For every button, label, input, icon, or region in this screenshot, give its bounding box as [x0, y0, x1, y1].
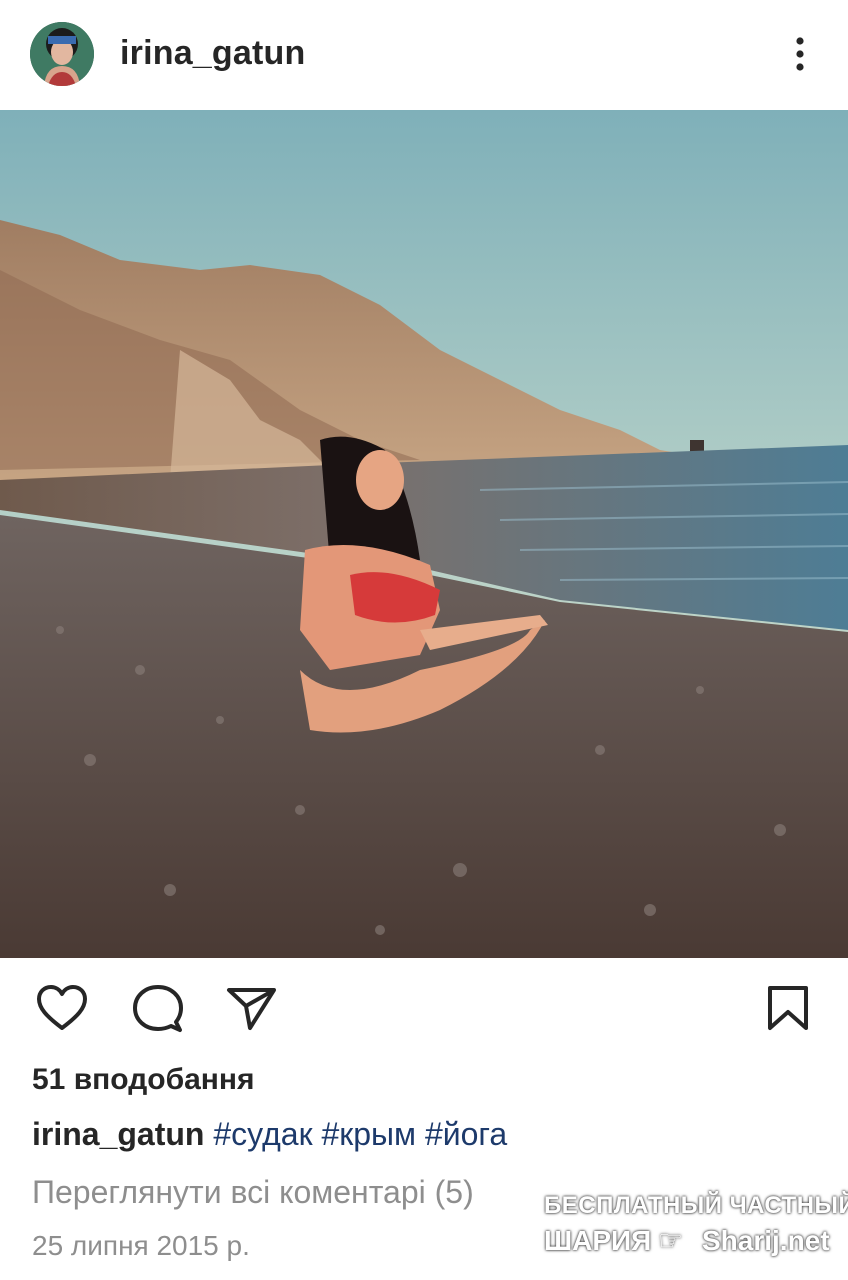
- caption-username[interactable]: irina_gatun: [32, 1116, 204, 1152]
- share-button[interactable]: [226, 984, 278, 1034]
- action-bar: [0, 958, 848, 1058]
- hashtag[interactable]: #судак: [213, 1116, 312, 1152]
- watermark-line2: ШАРИЯ: [544, 1225, 652, 1256]
- send-icon: [227, 988, 276, 1030]
- caption: irina_gatun #судак #крым #йога: [32, 1116, 507, 1153]
- header-username[interactable]: irina_gatun: [120, 34, 305, 73]
- more-vertical-icon: [796, 37, 804, 71]
- save-button[interactable]: [764, 984, 816, 1034]
- pointing-hand-icon: ☞: [658, 1225, 684, 1256]
- comment-bubble-icon: [133, 985, 183, 1032]
- watermark-line1: БЕСПЛАТНЫЙ ЧАСТНЫЙ: [544, 1192, 848, 1219]
- post-header: irina_gatun: [0, 0, 848, 110]
- watermark: БЕСПЛАТНЫЙ ЧАСТНЫЙ ШАРИЯ ☞ Sharij.net: [540, 1192, 848, 1262]
- hashtag[interactable]: #йога: [425, 1116, 507, 1152]
- bookmark-icon: [768, 986, 808, 1030]
- likes-count[interactable]: 51 вподобання: [32, 1063, 255, 1097]
- view-all-comments-link[interactable]: Переглянути всі коментарі (5): [32, 1174, 474, 1211]
- avatar[interactable]: [30, 22, 94, 86]
- watermark-site: Sharij.net: [702, 1225, 830, 1256]
- more-options-button[interactable]: [784, 32, 816, 76]
- post-date: 25 липня 2015 р.: [32, 1230, 250, 1261]
- comment-button[interactable]: [132, 984, 184, 1034]
- hashtag[interactable]: #крым: [321, 1116, 416, 1152]
- heart-icon: [37, 985, 87, 1030]
- beach-yoga-photo-icon: [0, 110, 848, 958]
- post-image[interactable]: [0, 110, 848, 958]
- profile-avatar-icon: [30, 22, 94, 86]
- like-button[interactable]: [36, 984, 88, 1034]
